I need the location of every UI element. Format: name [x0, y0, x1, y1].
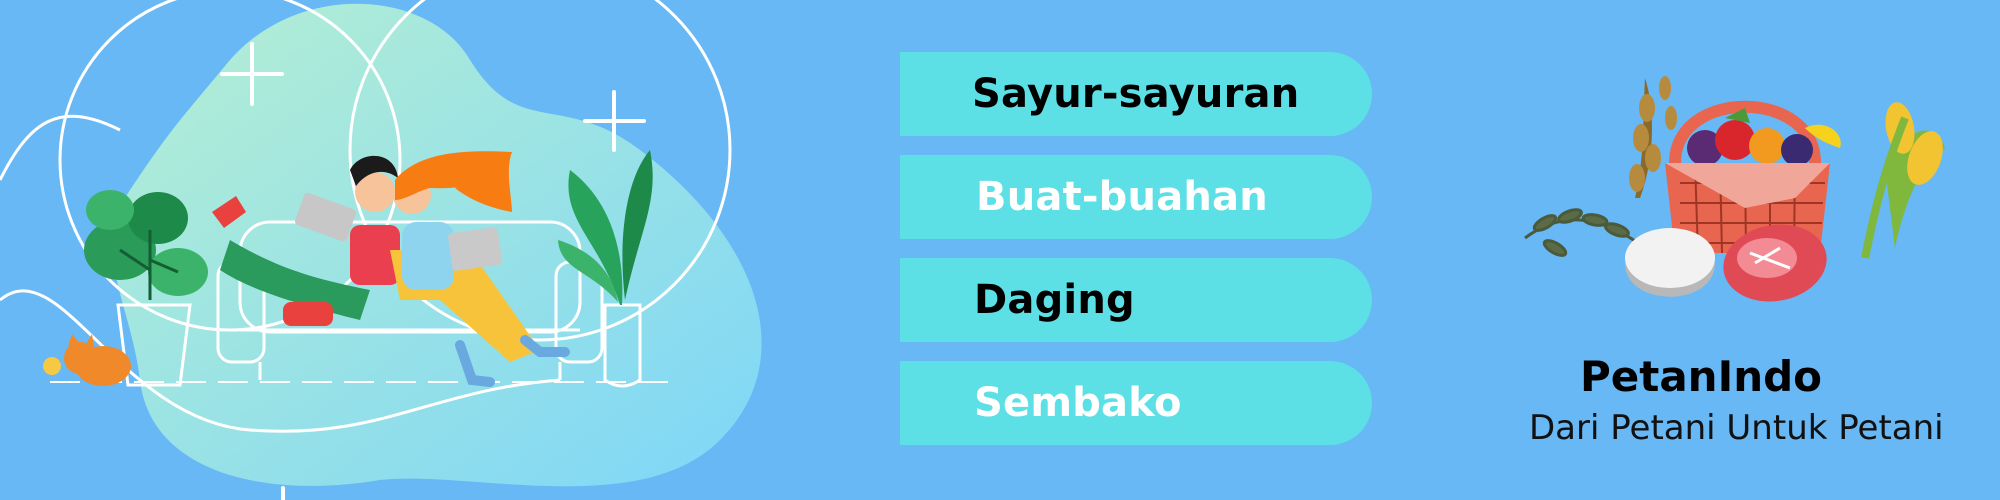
corn-icon — [1861, 102, 1945, 259]
menu-item-label: Buat-buahan — [976, 174, 1268, 220]
brand-title: PetanIndo — [1580, 352, 1823, 401]
category-menu: Sayur-sayuran Buat-buahan Daging Sembako — [900, 52, 1372, 464]
menu-item-sembako[interactable]: Sembako — [900, 361, 1372, 445]
menu-item-label: Sayur-sayuran — [972, 71, 1300, 117]
menu-item-label: Sembako — [974, 380, 1182, 426]
menu-item-buat-buahan[interactable]: Buat-buahan — [900, 155, 1372, 239]
basket-logo — [1524, 76, 1945, 302]
rice-bowl-icon — [1625, 228, 1715, 297]
cat — [43, 334, 131, 386]
menu-item-label: Daging — [974, 277, 1135, 323]
hero-illustration — [0, 0, 762, 500]
menu-item-daging[interactable]: Daging — [900, 258, 1372, 342]
menu-item-sayur-sayuran[interactable]: Sayur-sayuran — [900, 52, 1372, 136]
brand-tagline: Dari Petani Untuk Petani — [1529, 408, 1944, 448]
